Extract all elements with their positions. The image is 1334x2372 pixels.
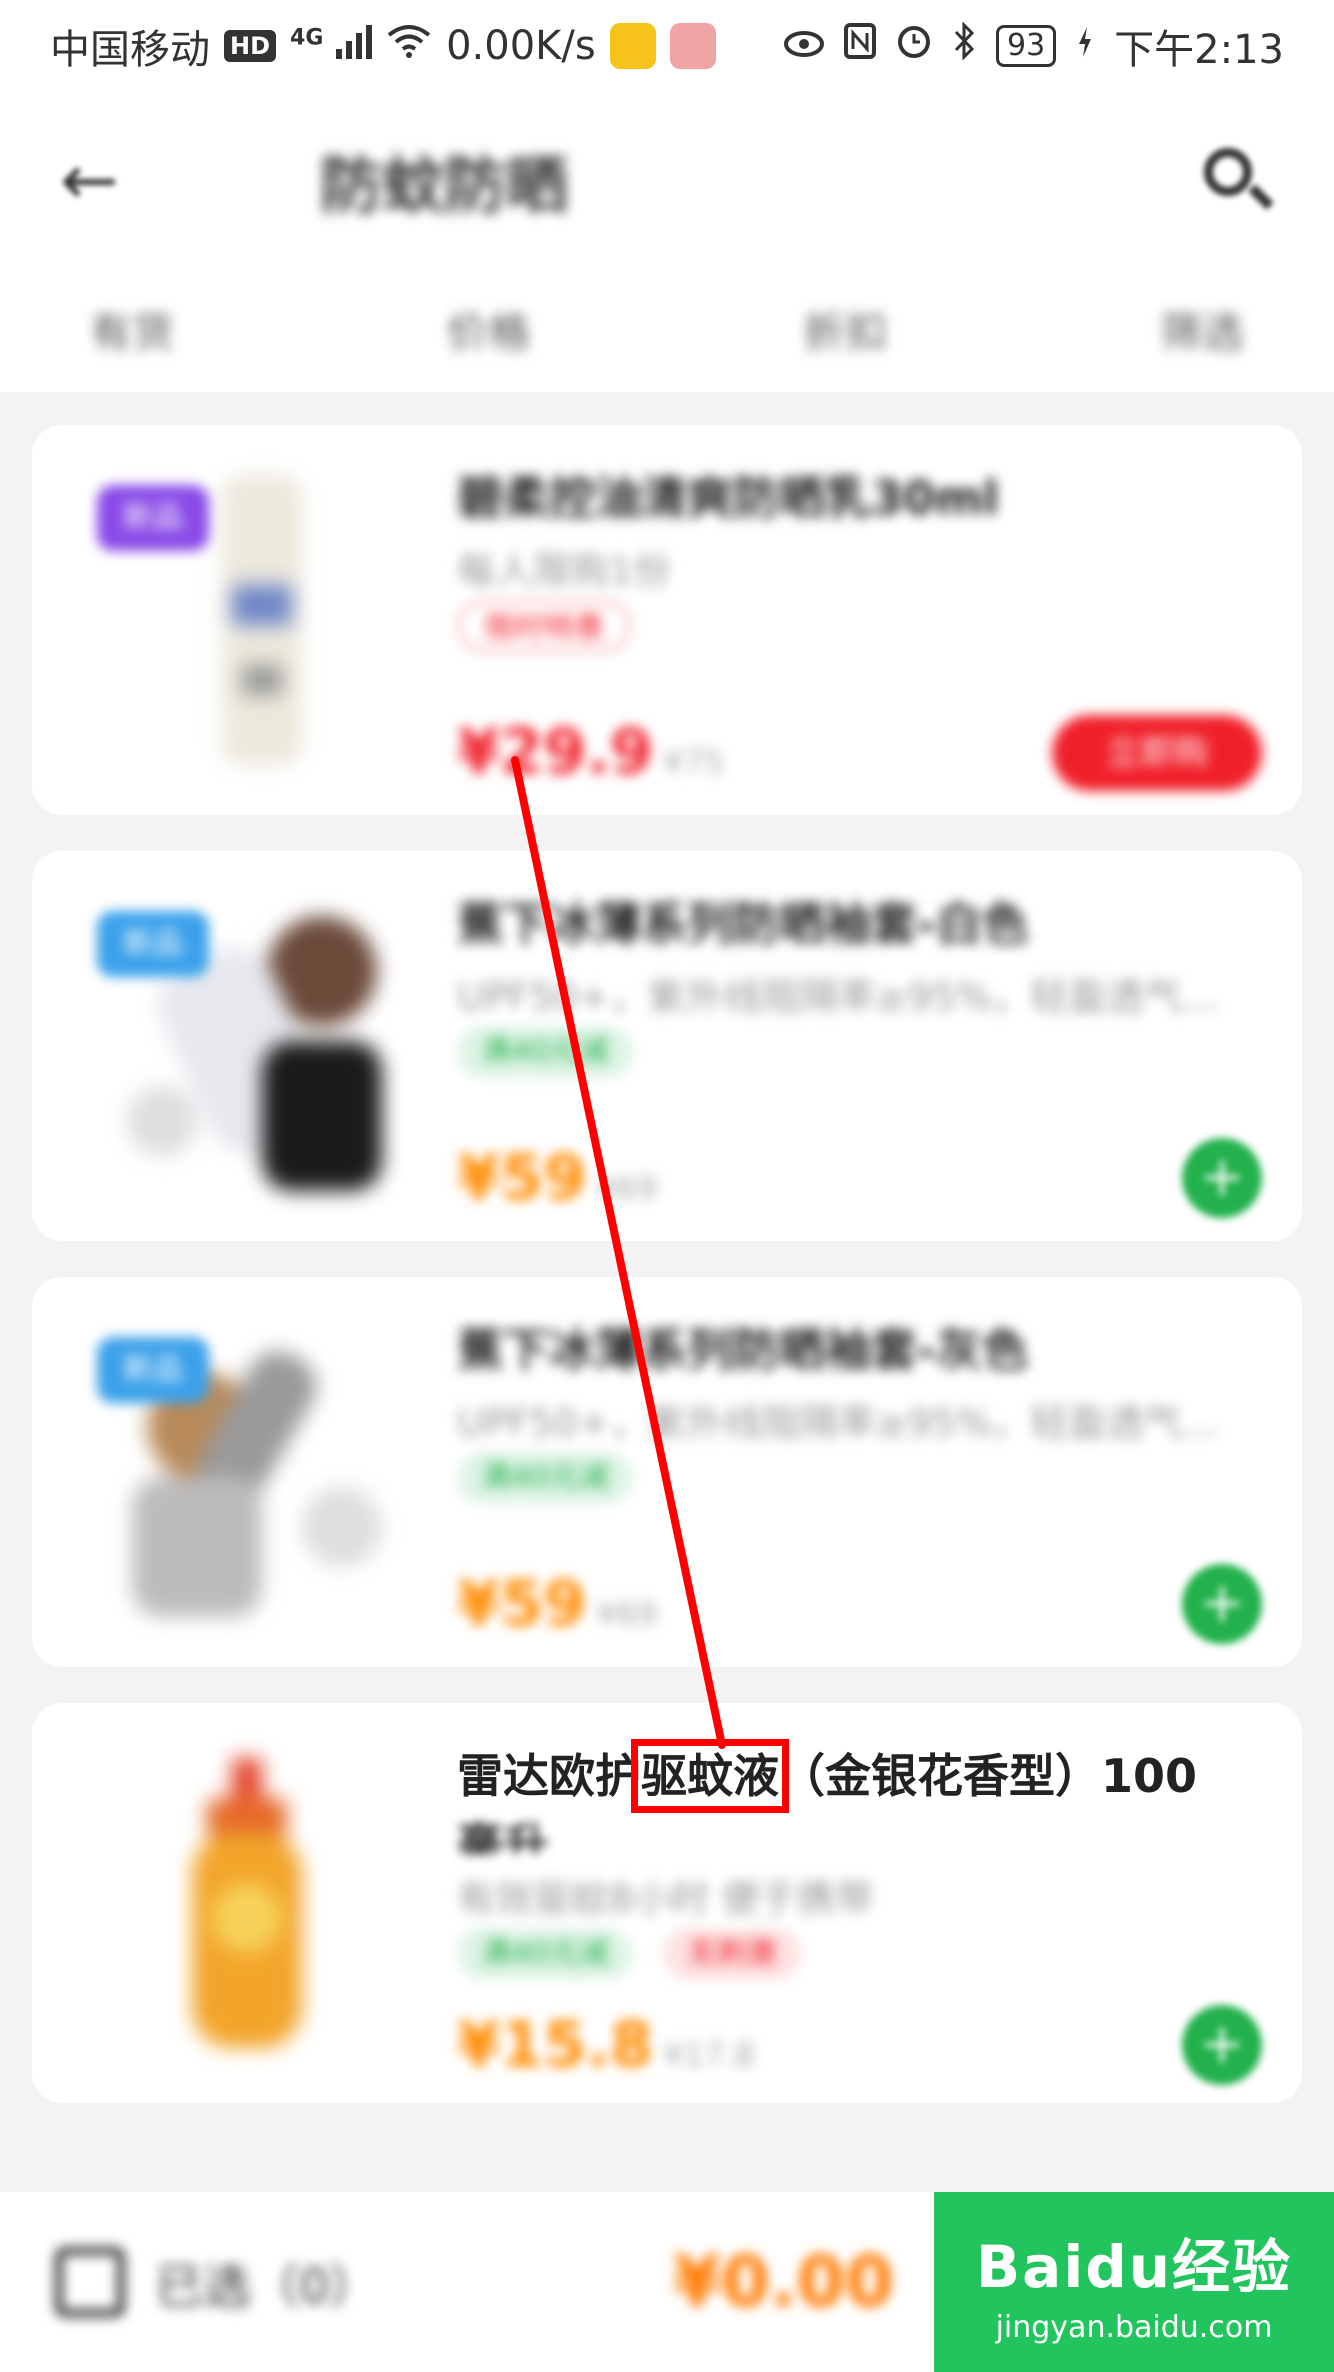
bluetooth-icon — [952, 21, 976, 70]
cart-icon[interactable] — [55, 2247, 125, 2317]
sort-tab-price[interactable]: 价格 — [447, 299, 531, 360]
product-badges: 限时特惠 — [457, 600, 631, 652]
product-tag: 新品 — [97, 1337, 209, 1403]
product-name-line2: 毫升 — [457, 1818, 549, 1854]
promo-badge: 满40元减 — [457, 1026, 634, 1078]
product-image — [92, 1748, 412, 2058]
product-subtitle: UPF50+，紫外线阻隔率≥95%，轻盈透气... — [457, 975, 1219, 1019]
page-title: 防蚊防晒 — [320, 148, 569, 222]
eye-comfort-icon — [783, 23, 824, 69]
status-bar: 中国移动 HD 4G 0.00K/s 93 下午2:13 — [0, 0, 1334, 92]
current-price: ¥59 — [457, 1141, 587, 1214]
app-screen: 中国移动 HD 4G 0.00K/s 93 下午2:13 ← 防蚊防晒 有货 价… — [0, 0, 1334, 2372]
product-name: 蕉下冰薄系列防晒袖套-灰色 — [457, 1323, 1029, 1377]
cart-total: ¥0.00 — [672, 2241, 894, 2323]
checkout-button[interactable]: Baidu经验 jingyan.baidu.com — [934, 2192, 1334, 2372]
product-list: 新品 碧柔控油清爽防晒乳30ml 每人限购1份 限时特惠 ¥29.9 ¥75 立即… — [32, 425, 1302, 2139]
clock-time: 下午2:13 — [1114, 27, 1284, 73]
product-name: 蕉下冰薄系列防晒袖套-白色 — [457, 897, 1029, 951]
sort-tab-discount[interactable]: 折扣 — [803, 299, 887, 360]
product-price: ¥59 ¥69 — [457, 1567, 658, 1640]
product-tag: 新品 — [97, 911, 209, 977]
product-badges: 满40元减 — [457, 1452, 634, 1504]
highlighted-keyword: 驱蚊液 — [631, 1739, 789, 1813]
network-speed: 0.00K/s — [446, 23, 596, 69]
app-notification-icon — [669, 23, 716, 69]
add-to-cart-button[interactable]: + — [1182, 1138, 1262, 1218]
wifi-icon — [386, 23, 432, 69]
current-price: ¥59 — [457, 1567, 587, 1640]
sort-tab-in-stock[interactable]: 有货 — [90, 299, 174, 360]
promo-badge: 无刺激 — [663, 1928, 802, 1980]
sort-filter-bar: 有货 价格 折扣 筛选 — [0, 267, 1334, 392]
cart-selected-label: 已选（0） — [155, 2259, 378, 2315]
battery-icon: 93 — [995, 25, 1057, 67]
product-subtitle: UPF50+，紫外线阻隔率≥95%，轻盈透气... — [457, 1401, 1219, 1445]
original-price: ¥75 — [663, 743, 725, 781]
back-arrow-icon[interactable]: ← — [60, 139, 190, 221]
product-card[interactable]: 新品 蕉下冰薄系列防晒袖套-灰色 UPF50+，紫外线阻隔率≥95%，轻盈透气.… — [32, 1277, 1302, 1667]
product-price: ¥29.9 ¥75 — [457, 715, 724, 788]
network-type-label: 4G — [290, 25, 324, 51]
cart-summary[interactable]: 已选（0） — [55, 2247, 378, 2317]
product-tag: 新品 — [97, 485, 209, 551]
bottom-cart-bar: 已选（0） ¥0.00 Baidu经验 jingyan.baidu.com — [0, 2192, 1334, 2372]
carrier-label: 中国移动 — [50, 27, 210, 73]
product-subtitle: 每人限购1份 — [457, 549, 672, 593]
promo-badge: 满40元减 — [457, 1928, 634, 1980]
signal-icon: 4G — [290, 23, 373, 69]
product-name: 雷达欧护 驱蚊液（金银花香型）100 毫升 — [457, 1739, 1257, 1869]
nfc-icon — [843, 23, 876, 69]
product-name-part: （金银花香型）100 — [779, 1749, 1198, 1803]
watermark-logo: Baidu经验 — [975, 2232, 1293, 2301]
charging-icon — [1076, 23, 1094, 69]
product-badges: 满40元减 — [457, 1026, 634, 1078]
product-name: 碧柔控油清爽防晒乳30ml — [457, 471, 999, 525]
watermark-url: jingyan.baidu.com — [995, 2309, 1273, 2345]
product-subtitle: 有效驱蚊8小时 便于携带 — [457, 1877, 874, 1921]
product-price: ¥59 ¥69 — [457, 1141, 658, 1214]
add-to-cart-button[interactable]: + — [1182, 1564, 1262, 1644]
add-to-cart-button[interactable]: + — [1182, 2005, 1262, 2085]
annotation-highlight-box — [631, 1739, 789, 1813]
promo-badge: 满40元减 — [457, 1452, 634, 1504]
original-price: ¥17.8 — [663, 2036, 755, 2074]
search-icon[interactable] — [1194, 140, 1274, 220]
current-price: ¥29.9 — [457, 715, 654, 788]
buy-now-button[interactable]: 立即购 — [1052, 715, 1262, 791]
page-header: ← 防蚊防晒 — [0, 92, 1334, 267]
product-card[interactable]: 新品 蕉下冰薄系列防晒袖套-白色 UPF50+，紫外线阻隔率≥95%，轻盈透气.… — [32, 851, 1302, 1241]
original-price: ¥69 — [596, 1595, 658, 1633]
weibo-app-icon — [609, 23, 656, 69]
product-card[interactable]: 雷达欧护 驱蚊液（金银花香型）100 毫升 有效驱蚊8小时 便于携带 满40元减 … — [32, 1703, 1302, 2103]
current-price: ¥15.8 — [457, 2008, 654, 2081]
original-price: ¥69 — [596, 1169, 658, 1207]
product-badges: 满40元减 无刺激 — [457, 1928, 802, 1980]
product-name-part: 雷达欧护 — [457, 1749, 641, 1803]
promo-badge: 限时特惠 — [457, 600, 631, 652]
sort-tab-filter[interactable]: 筛选 — [1160, 299, 1244, 360]
product-card[interactable]: 新品 碧柔控油清爽防晒乳30ml 每人限购1份 限时特惠 ¥29.9 ¥75 立即… — [32, 425, 1302, 815]
alarm-icon — [896, 23, 932, 69]
product-price: ¥15.8 ¥17.8 — [457, 2008, 755, 2081]
hd-icon: HD — [224, 30, 277, 62]
